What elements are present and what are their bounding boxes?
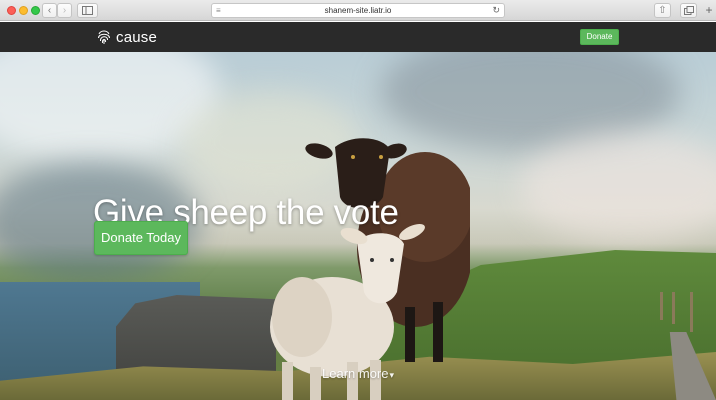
sky-cloud [520,132,716,242]
chevron-left-icon: ‹ [47,5,52,16]
close-window-button[interactable] [7,6,16,15]
hero-section: Give sheep the vote Donate Today Learn m… [0,52,716,400]
caret-down-icon: ▾ [389,370,395,380]
fence-post [690,292,693,332]
forward-button[interactable]: › [57,3,72,18]
new-tab-button[interactable]: + [702,3,716,18]
address-bar[interactable]: ≡ shanem-site.liatr.io ↻ [211,3,505,18]
plus-icon: + [705,3,713,17]
learn-more-label: Learn more [322,366,389,381]
brand-logo[interactable]: cause [96,28,157,46]
fingerprint-icon [98,30,110,44]
share-button[interactable]: ⇧ [654,3,671,18]
nav-donate-button[interactable]: Donate [580,29,619,45]
url-text: shanem-site.liatr.io [324,6,392,15]
reload-icon[interactable]: ↻ [492,4,500,17]
sidebar-icon [82,6,93,15]
donate-today-button[interactable]: Donate Today [94,221,188,255]
fence-post [660,292,663,320]
tabs-button[interactable] [680,3,697,18]
zoom-window-button[interactable] [31,6,40,15]
tabs-icon [683,6,694,15]
chevron-right-icon: › [62,5,67,16]
back-button[interactable]: ‹ [42,3,57,18]
browser-toolbar: ‹ › ≡ shanem-site.liatr.io ↻ ⇧ + [0,0,716,21]
fence-post [672,292,675,324]
site-navbar: cause Donate [0,22,716,52]
reader-icon: ≡ [216,6,221,15]
brand-name: cause [116,28,158,46]
sidebar-toggle-button[interactable] [77,3,98,18]
minimize-window-button[interactable] [19,6,28,15]
learn-more-link[interactable]: Learn more▾ [322,366,394,381]
share-icon: ⇧ [658,5,667,16]
